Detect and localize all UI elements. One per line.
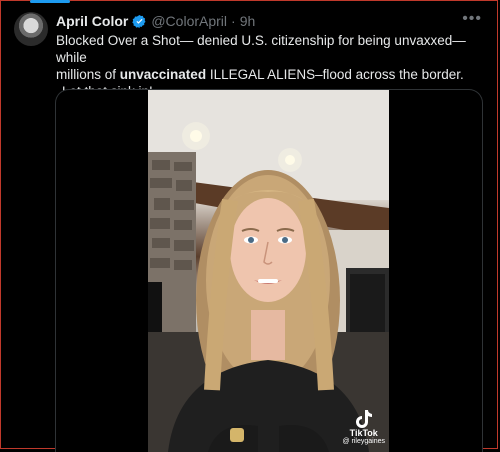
video-frame [148, 90, 389, 452]
timestamp[interactable]: 9h [240, 13, 256, 29]
tweet-text-bold-word: unvaccinated [119, 67, 207, 82]
media-container[interactable]: TikTok @ rileygaines [55, 89, 483, 452]
verified-badge-icon [132, 14, 146, 28]
display-name[interactable]: April Color [56, 13, 128, 29]
tweet-text-line-1: Blocked Over a Shot— denied U.S. citizen… [56, 33, 466, 65]
tweet-text-line-2-pre: millions of [56, 67, 120, 82]
separator-dot: · [231, 13, 236, 29]
tweet-text-line-2: millions of unvaccinated ILLEGAL ALIENS–… [56, 66, 476, 83]
active-tab-indicator [30, 0, 70, 3]
avatar[interactable] [14, 12, 48, 46]
tiktok-watermark: TikTok @ rileygaines [342, 410, 385, 446]
tiktok-user-label: @ rileygaines [342, 438, 385, 445]
user-handle[interactable]: @ColorApril [151, 13, 227, 29]
tweet-header: April Color @ColorApril · 9h [56, 12, 460, 30]
tiktok-logo-icon [355, 410, 372, 428]
tweet-text-line-2-post: ILLEGAL ALIENS–flood across the border. [206, 67, 464, 82]
more-horizontal-icon[interactable]: ••• [462, 10, 482, 28]
video-player[interactable]: TikTok @ rileygaines [148, 90, 389, 452]
tiktok-brand-label: TikTok [349, 428, 378, 438]
